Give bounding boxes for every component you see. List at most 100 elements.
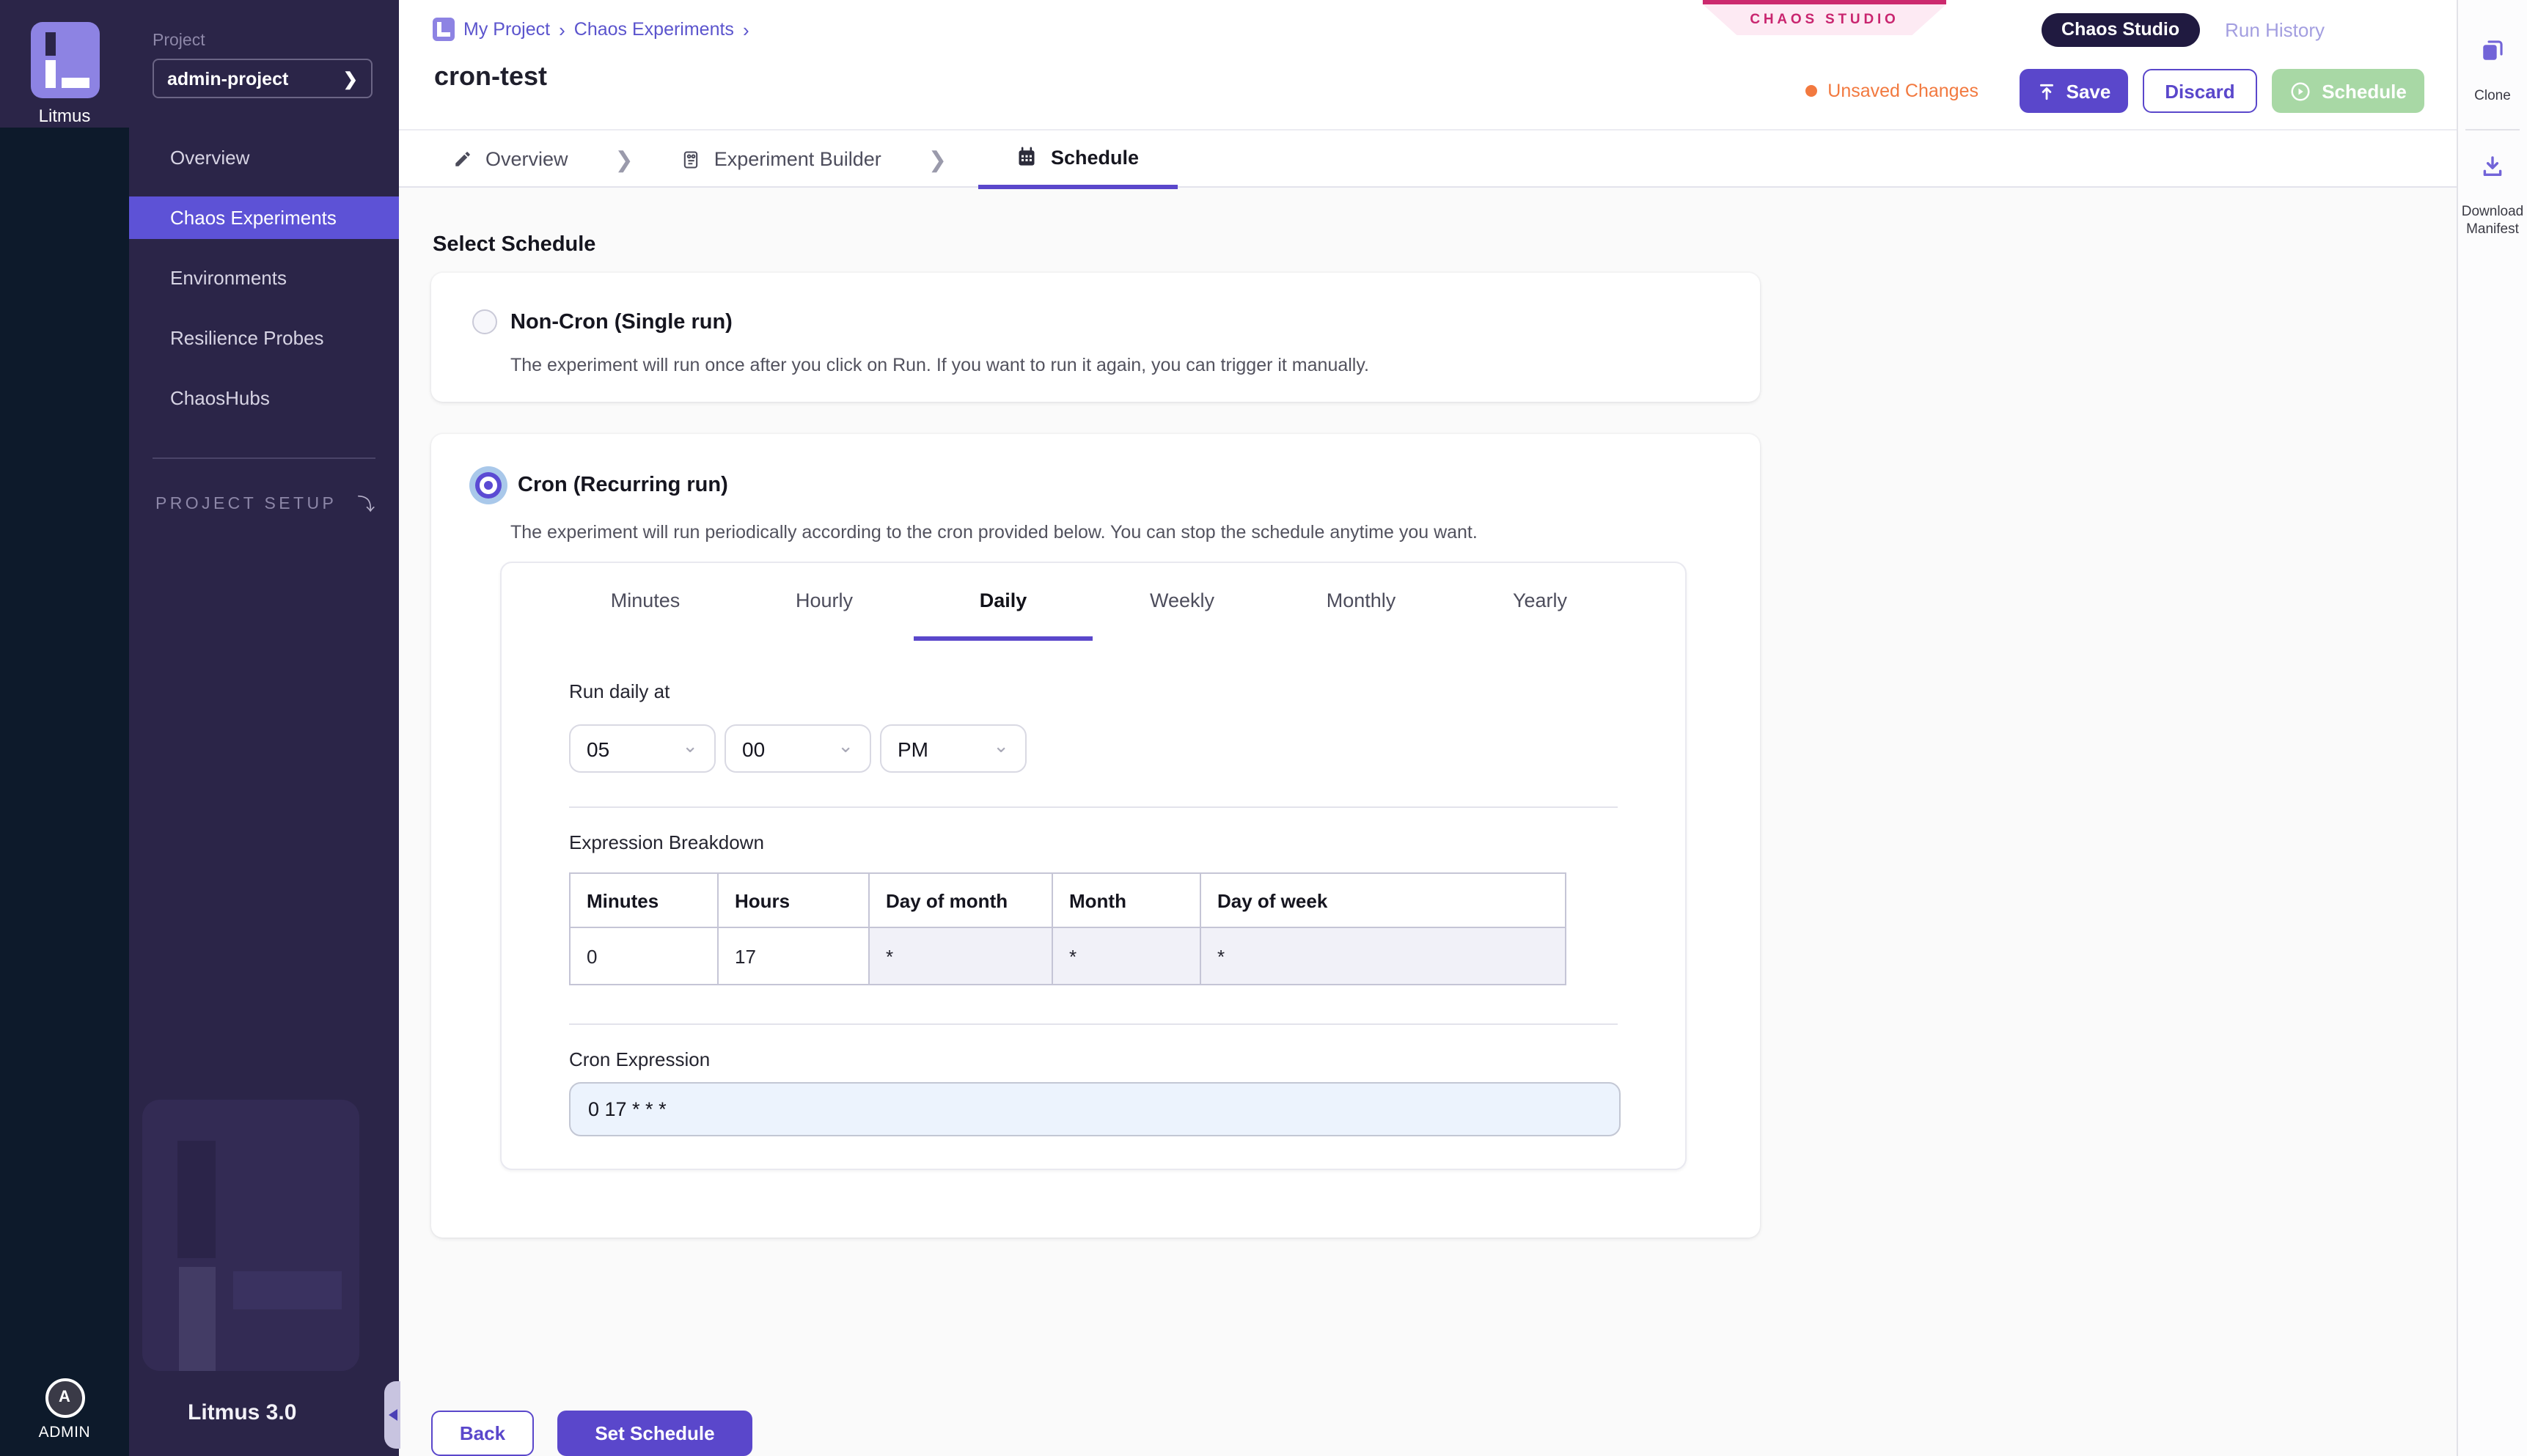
- breadcrumb-chaos-experiments[interactable]: Chaos Experiments: [574, 19, 734, 40]
- clone-action[interactable]: Clone: [2458, 38, 2527, 106]
- run-daily-at-label: Run daily at: [569, 680, 1618, 702]
- push-save-icon: [2037, 81, 2056, 100]
- topbar: My Project › Chaos Experiments › cron-te…: [399, 0, 2457, 188]
- non-cron-description: The experiment will run once after you c…: [510, 355, 1719, 375]
- play-circle-icon: [2289, 80, 2311, 102]
- non-cron-card: Non-Cron (Single run) The experiment wil…: [431, 273, 1760, 402]
- clone-label: Clone: [2458, 88, 2527, 106]
- avatar[interactable]: A: [45, 1378, 84, 1418]
- col-day-of-month: Day of month: [869, 873, 1052, 927]
- expression-breakdown-table: Minutes Hours Day of month Month Day of …: [569, 872, 1566, 985]
- tab-minutes[interactable]: Minutes: [556, 563, 735, 641]
- breadcrumb-my-project[interactable]: My Project: [463, 19, 550, 40]
- minute-value: 00: [742, 737, 765, 760]
- logo-block: Litmus: [0, 0, 129, 128]
- radio-selected-icon[interactable]: [475, 472, 502, 499]
- sidebar-item-chaoshubs[interactable]: ChaosHubs: [129, 377, 399, 419]
- project-setup-label: PROJECT SETUP: [155, 495, 337, 512]
- ribbon-label: CHAOS STUDIO: [1750, 12, 1899, 28]
- set-schedule-button[interactable]: Set Schedule: [557, 1411, 752, 1456]
- chevron-down-icon: ⌄: [993, 734, 1009, 757]
- select-schedule-heading: Select Schedule: [433, 233, 2457, 257]
- run-history-toggle[interactable]: Run History: [2225, 19, 2325, 41]
- litmus-app: Litmus A ADMIN Project admin-project ❯ O…: [0, 0, 2527, 1456]
- radio-unselected-icon[interactable]: [472, 309, 497, 334]
- save-button[interactable]: Save: [2020, 69, 2128, 113]
- cell-day-of-week: *: [1200, 927, 1566, 985]
- breadcrumb: My Project › Chaos Experiments ›: [433, 18, 749, 41]
- tab-monthly[interactable]: Monthly: [1272, 563, 1450, 641]
- chaos-studio-toggle[interactable]: Chaos Studio: [2041, 13, 2200, 47]
- cell-minutes: 0: [570, 927, 718, 985]
- meridiem-value: PM: [898, 737, 928, 760]
- view-toggle: Chaos Studio Run History: [2041, 13, 2325, 47]
- admin-label: ADMIN: [0, 1424, 129, 1441]
- panel-divider: [569, 1023, 1618, 1025]
- chevron-right-icon: ›: [743, 18, 749, 40]
- cron-title: Cron (Recurring run): [518, 474, 728, 497]
- status-text: Unsaved Changes: [1827, 81, 1978, 101]
- litmus-logo-icon[interactable]: [31, 22, 100, 98]
- discard-label: Discard: [2165, 80, 2234, 102]
- unsaved-changes-status: Unsaved Changes: [1805, 81, 1978, 101]
- brand-label: Litmus: [0, 106, 129, 126]
- panel-divider: [569, 806, 1618, 808]
- page-title: cron-test: [434, 62, 547, 92]
- cron-expression-input[interactable]: 0 17 * * *: [569, 1082, 1621, 1136]
- builder-icon: [681, 149, 701, 169]
- table-header-row: Minutes Hours Day of month Month Day of …: [570, 873, 1566, 927]
- project-name: admin-project: [167, 68, 288, 89]
- sidebar-collapse-handle[interactable]: [384, 1381, 400, 1449]
- hour-value: 05: [587, 737, 609, 760]
- col-minutes: Minutes: [570, 873, 718, 927]
- minute-select[interactable]: 00 ⌄: [725, 724, 871, 773]
- cron-frequency-tabs: Minutes Hourly Daily Weekly Monthly Year…: [528, 563, 1659, 641]
- tab-daily[interactable]: Daily: [914, 563, 1093, 641]
- non-cron-title: Non-Cron (Single run): [510, 310, 733, 334]
- schedule-button-disabled[interactable]: Schedule: [2272, 69, 2424, 113]
- non-cron-option[interactable]: Non-Cron (Single run): [472, 309, 1719, 334]
- sidebar-item-chaos-experiments[interactable]: Chaos Experiments: [129, 196, 399, 239]
- download-manifest-action[interactable]: Download Manifest: [2458, 154, 2527, 239]
- time-selects: 05 ⌄ 00 ⌄ PM ⌄: [569, 724, 1618, 773]
- cron-panel: Minutes Hourly Daily Weekly Monthly Year…: [500, 562, 1687, 1170]
- back-button[interactable]: Back: [431, 1411, 534, 1456]
- tab-yearly[interactable]: Yearly: [1450, 563, 1629, 641]
- litmus-watermark: [142, 1100, 359, 1371]
- version-label: Litmus 3.0: [188, 1400, 296, 1425]
- tab-experiment-builder-label: Experiment Builder: [714, 148, 881, 170]
- discard-button[interactable]: Discard: [2143, 69, 2257, 113]
- litmus-mini-logo-icon: [433, 18, 455, 41]
- project-selector[interactable]: admin-project ❯: [153, 59, 373, 98]
- calendar-icon: [1017, 147, 1038, 167]
- project-setup-toggle[interactable]: PROJECT SETUP ⤵: [155, 491, 399, 516]
- cron-option[interactable]: Cron (Recurring run): [472, 469, 1719, 501]
- cell-month: *: [1052, 927, 1200, 985]
- tab-experiment-builder[interactable]: Experiment Builder: [666, 130, 896, 188]
- pencil-icon: [453, 150, 472, 169]
- tab-hourly[interactable]: Hourly: [735, 563, 914, 641]
- sidebar: Project admin-project ❯ Overview Chaos E…: [129, 0, 399, 1456]
- col-hours: Hours: [718, 873, 869, 927]
- sidebar-item-resilience-probes[interactable]: Resilience Probes: [129, 317, 399, 359]
- tab-overview[interactable]: Overview: [439, 130, 583, 188]
- chevron-right-icon: ›: [559, 18, 565, 40]
- cell-day-of-month: *: [869, 927, 1052, 985]
- sidebar-item-environments[interactable]: Environments: [129, 257, 399, 299]
- save-label: Save: [2066, 80, 2111, 102]
- cron-description: The experiment will run periodically acc…: [510, 522, 1719, 543]
- chevron-right-icon: ❯: [343, 68, 358, 89]
- sidebar-item-overview[interactable]: Overview: [129, 136, 399, 179]
- chevron-right-icon: ❯: [928, 146, 947, 172]
- chaos-studio-ribbon: CHAOS STUDIO: [1703, 0, 1946, 35]
- chevron-down-icon: ⤵: [357, 491, 375, 516]
- table-row: 0 17 * * *: [570, 927, 1566, 985]
- hour-select[interactable]: 05 ⌄: [569, 724, 716, 773]
- main-content: My Project › Chaos Experiments › cron-te…: [399, 0, 2457, 1456]
- tab-weekly[interactable]: Weekly: [1093, 563, 1272, 641]
- studio-tabstrip: Overview ❯ Experiment Builder ❯ Schedule: [399, 129, 2457, 188]
- tab-schedule[interactable]: Schedule: [979, 130, 1177, 188]
- footer-actions: Back Set Schedule: [431, 1411, 2457, 1456]
- header-actions: Unsaved Changes Save Discard Schedule: [1805, 69, 2424, 113]
- meridiem-select[interactable]: PM ⌄: [880, 724, 1027, 773]
